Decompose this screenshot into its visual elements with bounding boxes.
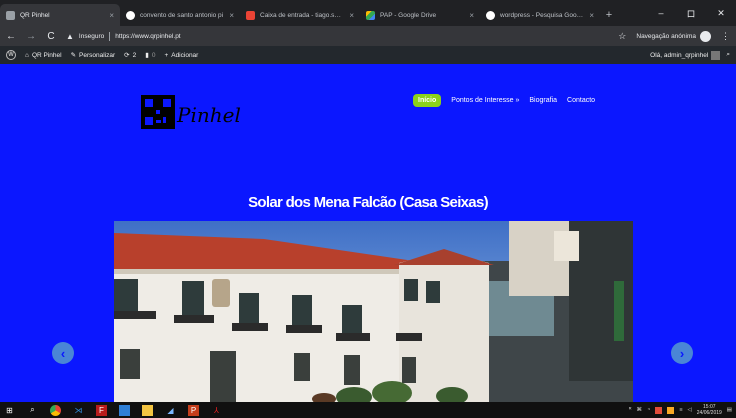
vscode-icon[interactable]: ⋊	[73, 405, 84, 416]
back-arrow-icon[interactable]: ←	[6, 31, 16, 42]
updates-icon: ⟳	[124, 52, 130, 59]
slider-image	[114, 221, 633, 402]
chevron-right-icon: ›	[679, 345, 685, 361]
new-tab-button[interactable]: +	[600, 4, 618, 26]
tab-title: PAP - Google Drive	[380, 11, 437, 19]
admin-bar-customize[interactable]: ✎ Personalizar	[70, 51, 116, 60]
incognito-icon	[700, 30, 711, 42]
mail-icon	[246, 10, 255, 20]
incognito-indicator[interactable]: Navegação anónima	[636, 30, 711, 42]
greeting-text: Olá, admin_qrpinhel	[650, 51, 709, 59]
admin-bar-comments[interactable]: ▮ 0	[145, 51, 156, 60]
close-window-button[interactable]: ✕	[706, 0, 736, 26]
incognito-label: Navegação anónima	[636, 32, 696, 40]
slider-prev-button[interactable]: ‹	[52, 342, 74, 364]
maximize-button[interactable]: ロ	[676, 0, 706, 26]
wp-admin-bar: W ⌂ QR Pinhel ✎ Personalizar ⟳ 2 ▮ 0 + A…	[0, 46, 736, 64]
page-title: Solar dos Mena Falcão (Casa Seixas)	[248, 194, 488, 211]
warning-triangle-icon[interactable]: ▲	[66, 32, 74, 41]
forward-arrow-icon[interactable]: →	[26, 31, 36, 42]
filezilla-icon[interactable]: F	[96, 404, 107, 416]
updates-count: 2	[132, 51, 137, 59]
windows-taskbar: ⊞ ⌕ ⋊ F ◢ P ⅄ ᴿ ⌘ ◔ ≡ ◁ 15:07 24/06/2019…	[0, 402, 736, 418]
google-icon	[126, 10, 135, 20]
address-bar[interactable]: ▲ Inseguro https://www.qrpinhel.pt	[66, 31, 608, 41]
tray-icon[interactable]: ◔	[647, 407, 650, 413]
browser-toolbar: ← → C ▲ Inseguro https://www.qrpinhel.pt…	[0, 26, 736, 46]
nav-item-contacto[interactable]: Contacto	[567, 97, 595, 104]
paintbrush-icon: ✎	[70, 52, 77, 59]
tab-title: Caixa de entrada - tiago.sentic	[260, 11, 345, 19]
close-tab-icon[interactable]: ×	[589, 11, 594, 20]
tab-google-drive[interactable]: PAP - Google Drive ×	[360, 4, 480, 26]
comments-count: 0	[151, 51, 156, 59]
customize-label: Personalizar	[79, 51, 116, 59]
google-icon	[486, 10, 495, 20]
add-label: Adicionar	[171, 51, 199, 59]
tray-icon[interactable]	[667, 406, 675, 414]
admin-bar-new[interactable]: + Adicionar	[164, 52, 198, 59]
close-tab-icon[interactable]: ×	[109, 11, 114, 20]
close-tab-icon[interactable]: ×	[229, 11, 234, 20]
slider-next-button[interactable]: ›	[671, 342, 693, 364]
powerpoint-icon[interactable]: P	[188, 404, 199, 416]
acrobat-icon[interactable]: ⅄	[211, 405, 222, 416]
chrome-icon[interactable]	[50, 404, 61, 416]
search-icon[interactable]: ⌕	[726, 51, 730, 59]
window-controls: – ロ ✕	[646, 0, 736, 26]
omnibox-divider	[109, 31, 111, 41]
qr-code-icon	[141, 95, 175, 129]
browser-tab-strip: QR Pinhel × convento de santo antonio pi…	[0, 0, 736, 26]
tab-mail-inbox[interactable]: Caixa de entrada - tiago.sentic ×	[240, 4, 360, 26]
home-icon: ⌂	[25, 51, 29, 59]
notifications-icon[interactable]: ▤	[727, 407, 732, 413]
nav-item-biografia[interactable]: Biografia	[529, 97, 557, 104]
plus-icon: +	[164, 51, 169, 59]
minimize-button[interactable]: –	[646, 0, 676, 26]
clock-date: 24/06/2019	[696, 410, 722, 416]
tray-icon[interactable]	[655, 406, 663, 414]
page-favicon-icon	[6, 10, 15, 20]
network-icon[interactable]: ≡	[679, 407, 682, 413]
tray-icon[interactable]: ⌘	[636, 407, 642, 413]
url-text[interactable]: https://www.qrpinhel.pt	[115, 33, 180, 40]
site-logo[interactable]: Pinhel	[141, 95, 241, 129]
comment-icon: ▮	[145, 52, 149, 59]
drive-icon	[366, 10, 375, 20]
admin-bar-site[interactable]: ⌂ QR Pinhel	[25, 52, 62, 59]
wordpress-logo-icon[interactable]: W	[6, 50, 16, 60]
tab-convento-search[interactable]: convento de santo antonio pi ×	[120, 4, 240, 26]
tab-wordpress-search[interactable]: wordpress - Pesquisa Google ×	[480, 4, 600, 26]
admin-bar-updates[interactable]: ⟳ 2	[124, 51, 137, 60]
tab-title: wordpress - Pesquisa Google	[500, 11, 585, 19]
file-explorer-icon[interactable]	[142, 404, 153, 416]
site-nav: Início Pontos de Interesse » Biografia C…	[413, 94, 595, 107]
nav-item-inicio[interactable]: Início	[413, 94, 442, 107]
nav-item-pontos-de-interesse[interactable]: Pontos de Interesse »	[451, 97, 519, 104]
browser-menu-icon[interactable]: ⋮	[721, 31, 730, 42]
people-icon[interactable]: ᴿ	[629, 407, 631, 413]
system-tray: ᴿ ⌘ ◔ ≡ ◁ 15:07 24/06/2019 ▤	[629, 404, 732, 416]
tab-title: QR Pinhel	[20, 11, 50, 19]
logo-wordmark: Pinhel	[177, 103, 241, 127]
avatar	[711, 50, 721, 60]
bookmark-star-icon[interactable]: ☆	[618, 31, 626, 42]
reload-icon[interactable]: C	[46, 31, 56, 42]
chevron-left-icon: ‹	[60, 345, 66, 361]
admin-bar-account[interactable]: Olá, admin_qrpinhel	[650, 50, 721, 60]
security-label[interactable]: Inseguro	[79, 33, 104, 40]
app-icon[interactable]: ◢	[165, 405, 176, 416]
site-page: Pinhel Início Pontos de Interesse » Biog…	[0, 64, 736, 402]
system-clock[interactable]: 15:07 24/06/2019	[697, 404, 722, 416]
app-icon[interactable]	[119, 404, 130, 416]
close-tab-icon[interactable]: ×	[349, 11, 354, 20]
tab-title: convento de santo antonio pi	[140, 11, 224, 19]
volume-icon[interactable]: ◁	[688, 407, 692, 413]
windows-start-icon[interactable]: ⊞	[4, 405, 15, 416]
search-icon[interactable]: ⌕	[27, 405, 38, 416]
tab-qr-pinhel[interactable]: QR Pinhel ×	[0, 4, 120, 26]
close-tab-icon[interactable]: ×	[469, 11, 474, 20]
site-name: QR Pinhel	[31, 51, 62, 59]
